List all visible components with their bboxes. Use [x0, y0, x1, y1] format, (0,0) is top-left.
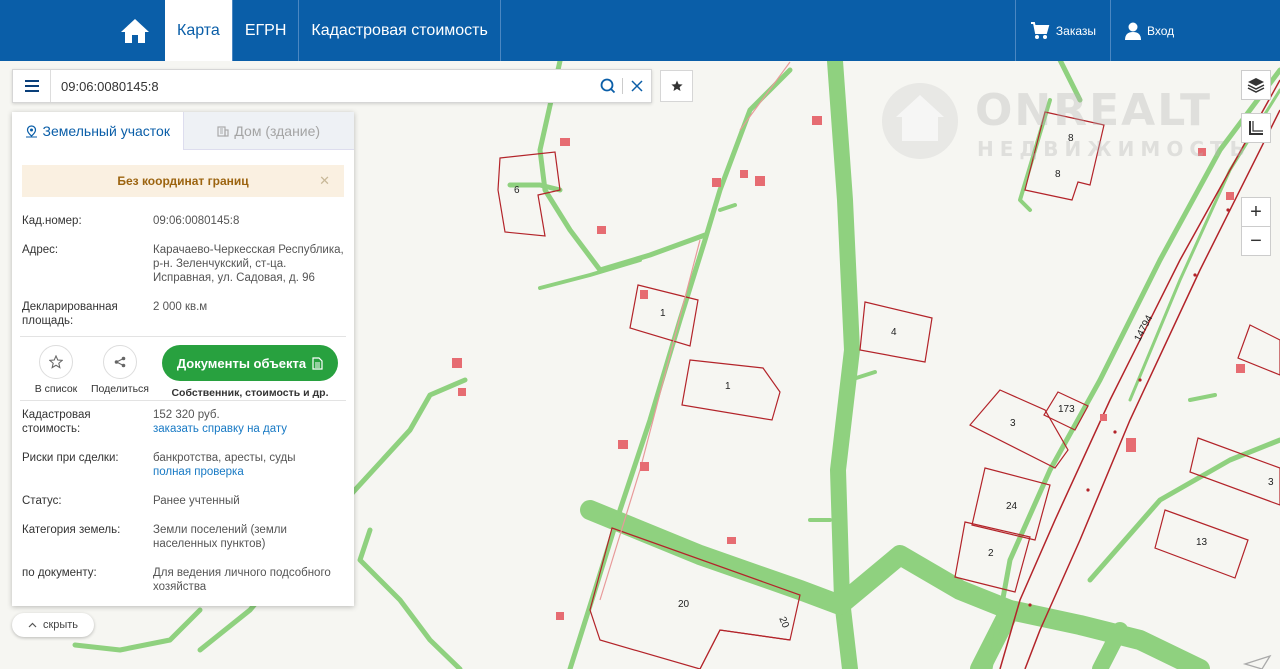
field-risks: Риски при сделки: банкротства, аресты, с…: [12, 451, 354, 479]
field-label: по документу:: [22, 567, 97, 579]
cost-value: 152 320 руб.: [153, 409, 220, 421]
field-label: Кадастровая стоимость:: [22, 409, 91, 435]
search-bar: [12, 69, 652, 103]
building-icon: [217, 125, 230, 137]
star-icon: [670, 80, 683, 91]
object-documents: Документы объекта Собственник, стоимость…: [162, 345, 338, 399]
parcel-info-panel: Земельный участок Дом (здание) Без коорд…: [12, 112, 354, 606]
parcel-label: 173: [1058, 404, 1075, 415]
field-label: Декларированная площадь:: [22, 301, 118, 327]
user-icon: [1125, 22, 1141, 40]
layers-button[interactable]: [1241, 70, 1271, 100]
tab-house[interactable]: Дом (здание): [182, 112, 354, 150]
menu-button[interactable]: [13, 70, 51, 102]
field-label: Категория земель:: [22, 524, 121, 536]
tab-map[interactable]: Карта: [165, 0, 233, 61]
parcel-label: 1: [725, 381, 731, 392]
orders-button[interactable]: Заказы: [1014, 0, 1110, 61]
house-logo-icon: [882, 83, 958, 159]
object-documents-label: Документы объекта: [176, 355, 307, 371]
field-label: Риски при сделки:: [22, 452, 119, 464]
field-address: Адрес: Карачаево-Черкесская Республика, …: [12, 243, 354, 285]
parcel-label: 24: [1006, 501, 1018, 512]
share-icon: [114, 356, 126, 368]
tab-land-plot-label: Земельный участок: [42, 123, 170, 139]
star-outline-icon: [49, 355, 63, 369]
tab-egrn[interactable]: ЕГРН: [233, 0, 300, 61]
full-check-link[interactable]: полная проверка: [153, 465, 344, 479]
by-document-value: Для ведения личного подсобного хозяйства: [153, 567, 331, 593]
hide-panel-button[interactable]: скрыть: [12, 613, 94, 637]
home-icon: [121, 18, 149, 43]
zoom-out-button[interactable]: −: [1241, 226, 1271, 256]
map-pin-icon: [25, 124, 37, 137]
address-value: Карачаево-Черкесская Республика, р-н. Зе…: [153, 244, 344, 284]
field-status: Статус: Ранее учтенный: [12, 494, 354, 508]
divider: [20, 400, 346, 401]
field-label: Адрес:: [22, 244, 59, 256]
measure-button[interactable]: [1241, 113, 1271, 143]
ruler-icon: [1249, 121, 1263, 135]
plus-icon: +: [1250, 200, 1262, 223]
field-cad-number: Кад.номер: 09:06:0080145:8: [12, 214, 354, 228]
risks-value: банкротства, аресты, суды: [153, 452, 296, 464]
field-land-category: Категория земель: Земли поселений (земли…: [12, 523, 354, 551]
hide-panel-label: скрыть: [42, 619, 79, 631]
search-button[interactable]: [594, 78, 622, 94]
parcel-label: 4: [891, 327, 897, 338]
hamburger-icon: [24, 80, 39, 92]
share-button[interactable]: Поделиться: [88, 345, 152, 395]
cart-icon: [1030, 21, 1050, 39]
parcel-label: 3: [1268, 477, 1274, 488]
object-documents-button[interactable]: Документы объекта: [162, 345, 338, 381]
field-cadastral-cost: Кадастровая стоимость: 152 320 руб. зака…: [12, 408, 354, 436]
add-to-list-button[interactable]: В список: [24, 345, 88, 395]
parcel-label: 13: [1196, 537, 1208, 548]
search-icon: [600, 78, 616, 94]
share-label: Поделиться: [91, 383, 149, 395]
tab-cadastral-cost[interactable]: Кадастровая стоимость: [299, 0, 501, 61]
parcel-label: 1: [660, 308, 666, 319]
home-button[interactable]: [105, 0, 165, 61]
watermark-brand: ONREALT: [975, 85, 1212, 136]
close-icon: [631, 80, 643, 92]
field-area: Декларированная площадь: 2 000 кв.м: [12, 300, 354, 328]
login-button[interactable]: Вход: [1110, 0, 1280, 61]
order-certificate-link[interactable]: заказать справку на дату: [153, 422, 344, 436]
add-to-list-label: В список: [34, 383, 78, 395]
minus-icon: −: [1250, 229, 1262, 252]
close-warning-icon[interactable]: ✕: [319, 173, 330, 189]
watermark-sub: НЕДВИЖИМОСТЬ: [977, 137, 1251, 161]
chevron-up-icon: [28, 622, 37, 628]
parcel-label: 2: [988, 548, 994, 559]
field-label: Статус:: [22, 495, 62, 507]
field-by-document: по документу: Для ведения личного подсоб…: [12, 566, 354, 594]
actions-row: В список Поделиться Документы объекта Со…: [12, 337, 354, 399]
warning-text: Без координат границ: [117, 174, 249, 188]
document-icon: [312, 356, 323, 370]
land-category-value: Земли поселений (земли населенных пункто…: [153, 524, 287, 550]
top-navbar: Карта ЕГРН Кадастровая стоимость Заказы …: [0, 0, 1280, 61]
cad-number-link[interactable]: 09:06:0080145:8: [153, 214, 344, 228]
parcel-label: 6: [514, 185, 520, 196]
parcel-label: 8: [1055, 169, 1061, 180]
login-label: Вход: [1147, 23, 1175, 38]
object-documents-caption: Собственник, стоимость и др.: [171, 387, 329, 399]
orders-label: Заказы: [1055, 23, 1096, 38]
field-label: Кад.номер:: [22, 215, 82, 227]
parcel-label: 3: [1010, 418, 1016, 429]
area-value: 2 000 кв.м: [153, 301, 208, 313]
warning-banner: Без координат границ ✕: [22, 165, 344, 197]
favorite-button[interactable]: [660, 70, 693, 102]
tab-land-plot[interactable]: Земельный участок: [12, 112, 183, 150]
zoom-in-button[interactable]: +: [1241, 197, 1271, 227]
tab-house-label: Дом (здание): [234, 122, 321, 139]
parcel-label: 20: [678, 599, 690, 610]
layers-icon: [1247, 78, 1265, 93]
search-input[interactable]: [51, 78, 594, 94]
status-value: Ранее учтенный: [153, 495, 240, 507]
clear-search-button[interactable]: [623, 80, 651, 92]
